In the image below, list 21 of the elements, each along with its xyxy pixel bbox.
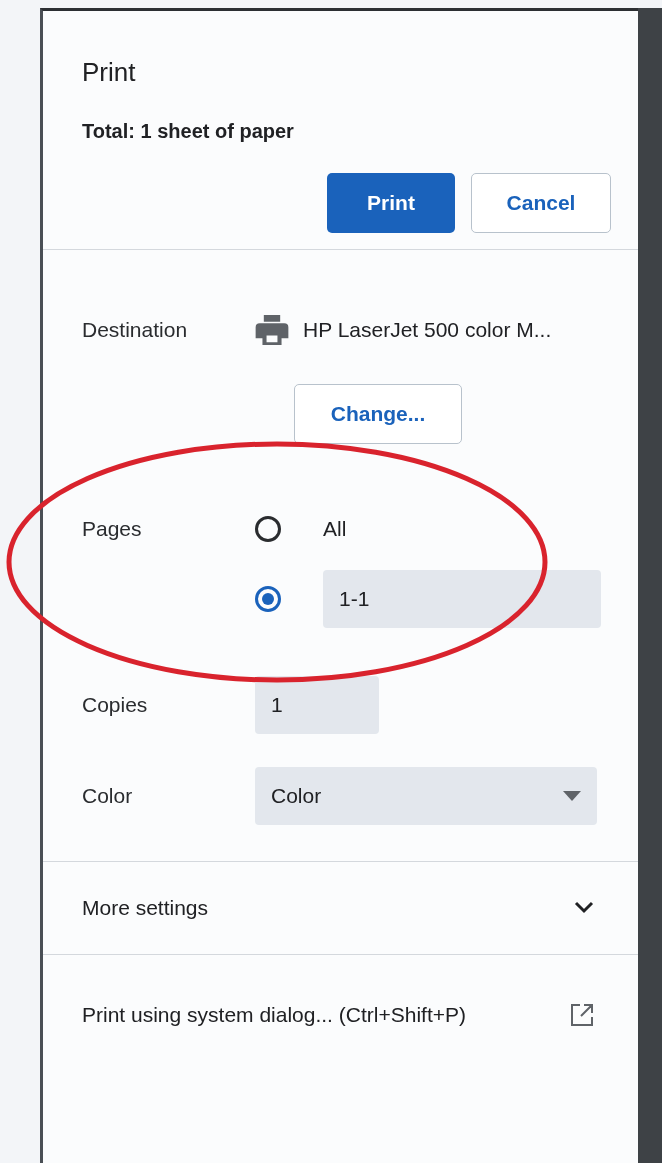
sheet-total: Total: 1 sheet of paper xyxy=(82,120,295,143)
cancel-button[interactable]: Cancel xyxy=(471,173,611,233)
field-label: Color xyxy=(82,784,133,808)
option-label: All xyxy=(323,517,347,541)
page-range-field[interactable]: 1-1 xyxy=(323,570,601,628)
dropdown-arrow-icon xyxy=(563,791,581,801)
field-label: Copies xyxy=(82,693,148,717)
dialog-title: Print xyxy=(82,57,137,88)
change-button[interactable]: Change... xyxy=(294,384,462,444)
radio-button[interactable] xyxy=(255,516,281,542)
printer-icon xyxy=(255,315,289,345)
copies-field[interactable]: 1 xyxy=(255,676,379,734)
radio-button[interactable] xyxy=(255,586,281,612)
printer-name: HP LaserJet 500 color M... xyxy=(303,318,552,342)
field-label: Destination xyxy=(82,318,188,342)
print-button[interactable]: Print xyxy=(327,173,455,233)
color-select[interactable]: Color xyxy=(255,767,597,825)
more-settings-toggle[interactable]: More settings xyxy=(43,862,638,954)
system-dialog-link[interactable]: Print using system dialog... (Ctrl+Shift+P) xyxy=(43,955,638,1075)
open-external-icon xyxy=(570,1003,594,1027)
field-label: Pages xyxy=(82,517,142,541)
